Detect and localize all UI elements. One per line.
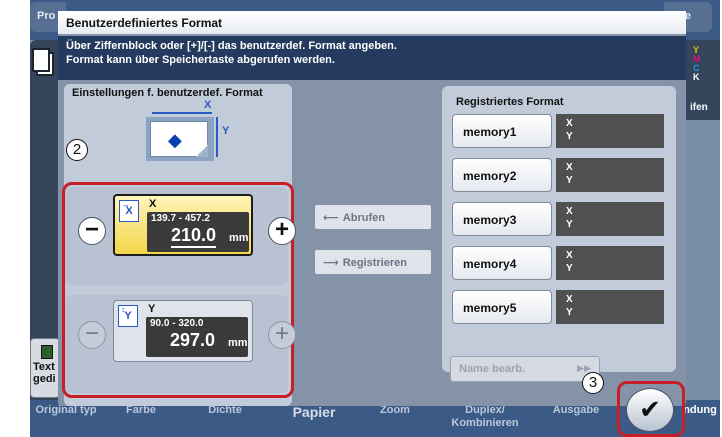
memory2-values: XY (556, 158, 664, 192)
memory5-values: XY (556, 290, 664, 324)
custom-format-dialog: Benutzerdefiniertes Format Über Ziffernb… (58, 11, 686, 406)
toner-k: K (693, 72, 700, 82)
y-axis-icon: ↕ Y (118, 305, 138, 327)
recall-button[interactable]: ⟵ Abrufen (314, 204, 432, 230)
memory4-y: Y (566, 263, 573, 274)
arrow-left-icon: ⟵ (323, 212, 339, 224)
screen: Pro iste Y M C K ifen Text gedi Original… (0, 0, 722, 437)
memory5-button[interactable]: memory5 (452, 290, 552, 324)
memory5-y: Y (566, 307, 573, 318)
memory-row-5: memory5 XY (452, 290, 664, 324)
tab-paper[interactable]: Papier (284, 404, 344, 420)
x-unit: mm (229, 232, 249, 244)
x-value-field[interactable]: ↔ X X 139.7 - 457.2 210.0 mm (113, 194, 253, 256)
memory3-y: Y (566, 219, 573, 230)
diagram-y-label: Y (222, 125, 230, 137)
memory1-x: X (566, 118, 573, 129)
memory-row-2: memory2 XY (452, 158, 664, 192)
diagram-x-label: X (204, 99, 212, 111)
memory5-x: X (566, 294, 573, 305)
x-plus-button[interactable]: + (268, 217, 296, 245)
paper-corner (196, 145, 208, 157)
dialog-title: Benutzerdefiniertes Format (58, 11, 686, 35)
memory2-y: Y (566, 175, 573, 186)
callout-2: 2 (66, 139, 88, 161)
y-value: 297.0 (170, 330, 216, 350)
name-edit-label: Name bearb. (459, 363, 526, 375)
x-value-display: 139.7 - 457.2 210.0 mm (147, 212, 249, 252)
recall-label: Abrufen (342, 212, 385, 224)
registered-format-group: Registriertes Format memory1 XY memory2 … (442, 86, 676, 382)
paper-diagram: X ◆ Y (146, 99, 229, 161)
instruction-text: Über Ziffernblock oder [+]/[-] das benut… (58, 36, 686, 80)
memory4-x: X (566, 250, 573, 261)
register-button[interactable]: ⟶ Registrieren (314, 249, 432, 275)
y-value-field[interactable]: ↕ Y Y 90.0 - 320.0 297.0 mm (113, 300, 253, 362)
text-button[interactable]: Text gedi (30, 338, 60, 398)
y-field-label: Y (148, 303, 156, 315)
x-axis-icon: ↔ X (119, 200, 139, 222)
y-plus-button[interactable]: + (268, 321, 296, 349)
name-edit-button[interactable]: Name bearb. ▶▶ (450, 356, 600, 382)
memory-row-1: memory1 XY (452, 114, 664, 148)
x-range: 139.7 - 457.2 (151, 213, 210, 224)
memory2-x: X (566, 162, 573, 173)
x-field-label: X (149, 198, 157, 210)
right-label: ifen (690, 102, 708, 113)
tab-application[interactable]: ndung (680, 404, 720, 416)
memory1-y: Y (566, 131, 573, 142)
memory4-values: XY (556, 246, 664, 280)
settings-title: Einstellungen f. benutzerdef. Format (72, 87, 263, 99)
register-label: Registrieren (342, 257, 407, 269)
x-value: 210.0 (171, 225, 217, 248)
memory-row-4: memory4 XY (452, 246, 664, 280)
memory-row-3: memory3 XY (452, 202, 664, 236)
memory3-x: X (566, 206, 573, 217)
memory1-button[interactable]: memory1 (452, 114, 552, 148)
y-value-display: 90.0 - 320.0 297.0 mm (146, 317, 248, 357)
y-range: 90.0 - 320.0 (150, 318, 204, 329)
toner-indicator: Y M C K (693, 46, 701, 82)
tab-duplex[interactable]: Duplex/ Kombinieren (440, 404, 530, 430)
registered-title: Registriertes Format (456, 96, 564, 108)
x-minus-button[interactable]: − (78, 217, 106, 245)
memory3-button[interactable]: memory3 (452, 202, 552, 236)
feed-direction-arrow-icon: ◆ (168, 130, 182, 150)
instruction-line-2: Format kann über Speichertaste abgerufen… (66, 54, 335, 66)
copy-icon (32, 48, 54, 76)
callout-3: 3 (582, 372, 604, 394)
arrow-right-icon: ⟶ (323, 257, 339, 269)
y-dimension-line (216, 117, 218, 157)
ok-button[interactable]: ✔ (626, 388, 674, 432)
memory2-button[interactable]: memory2 (452, 158, 552, 192)
x-dimension-line (152, 112, 212, 114)
memory1-values: XY (556, 114, 664, 148)
instruction-line-1: Über Ziffernblock oder [+]/[-] das benut… (66, 40, 397, 52)
y-minus-button[interactable]: − (78, 321, 106, 349)
y-unit: mm (228, 337, 248, 349)
memory4-button[interactable]: memory4 (452, 246, 552, 280)
memory3-values: XY (556, 202, 664, 236)
